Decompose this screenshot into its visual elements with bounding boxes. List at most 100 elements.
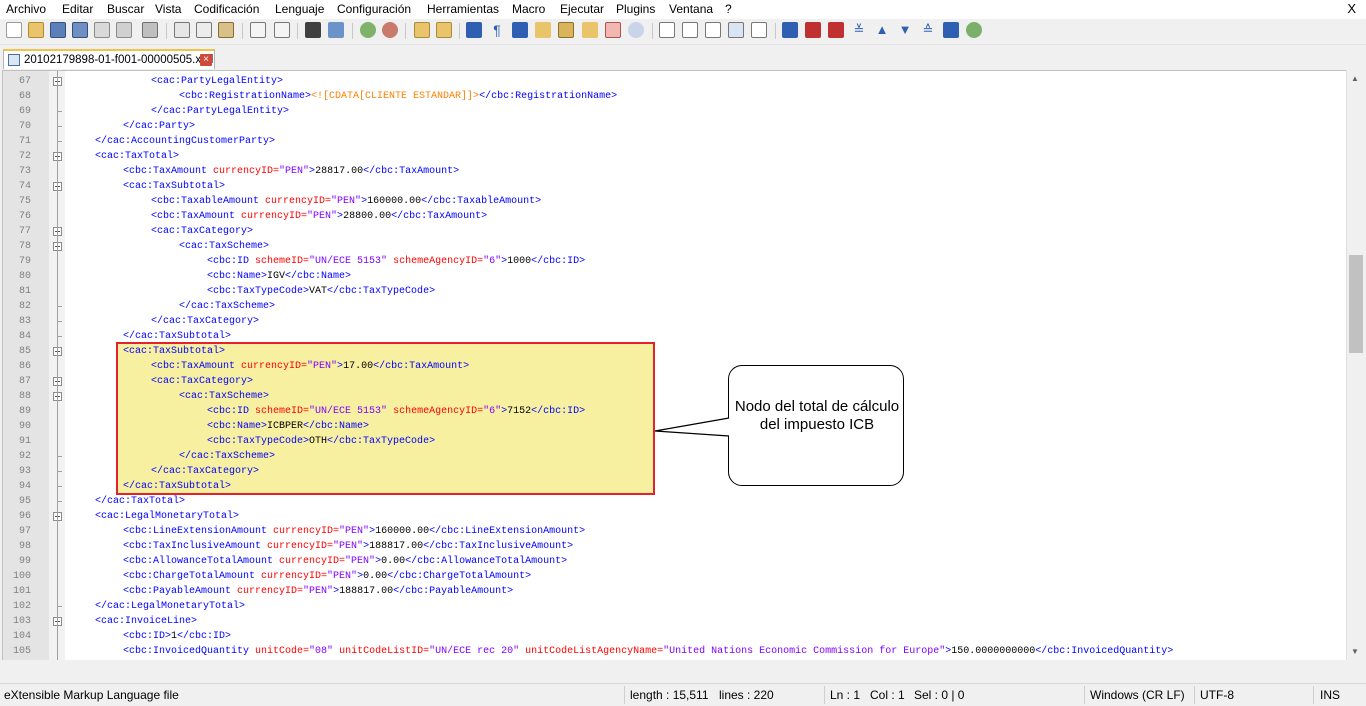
folder-workspace-icon[interactable]: [605, 22, 621, 38]
code-token: <cbc:TaxableAmount: [151, 196, 266, 207]
code-line: <cac:TaxCategory>: [151, 374, 253, 389]
code-token: <cac:TaxCategory>: [151, 226, 254, 237]
cut-icon[interactable]: [174, 22, 190, 38]
sync-horizontal-icon[interactable]: [436, 22, 452, 38]
record-macro-icon[interactable]: [659, 22, 675, 38]
code-token: "6": [483, 406, 502, 417]
status-separator: [824, 686, 825, 704]
sync-vertical-icon[interactable]: [414, 22, 430, 38]
close-all-icon[interactable]: [116, 22, 132, 38]
move-up-icon[interactable]: ▲: [874, 22, 890, 38]
menu-configuracion[interactable]: Configuración: [337, 2, 411, 16]
vertical-scrollbar[interactable]: ▲ ▼: [1346, 70, 1365, 660]
status-eol: Windows (CR LF): [1090, 688, 1185, 702]
toolbar-separator: [459, 23, 460, 39]
code-token: <cbc:InvoicedQuantity: [123, 646, 256, 657]
code-token: </cbc:TaxTypeCode>: [327, 286, 436, 297]
stop-macro-icon[interactable]: [682, 22, 698, 38]
monitoring-icon[interactable]: [628, 22, 644, 38]
line-number: 85: [18, 346, 31, 357]
line-number: 73: [18, 166, 31, 177]
word-wrap-icon[interactable]: [466, 22, 482, 38]
replace-icon[interactable]: [328, 22, 344, 38]
code-token: 28817.00: [315, 166, 364, 177]
save-icon[interactable]: [50, 22, 66, 38]
close-window-icon[interactable]: X: [1347, 1, 1356, 16]
code-token: currencyID=: [241, 211, 308, 222]
paste-icon[interactable]: [218, 22, 234, 38]
code-line: <cbc:TaxTypeCode>VAT</cbc:TaxTypeCode>: [207, 284, 435, 299]
find-icon[interactable]: [305, 22, 321, 38]
code-token: </cbc:ID>: [531, 406, 586, 417]
show-all-characters-icon[interactable]: ¶: [489, 22, 505, 38]
code-line: <cbc:TaxInclusiveAmount currencyID="PEN"…: [123, 539, 573, 554]
plugin-icon-3[interactable]: [828, 22, 844, 38]
move-down-icon[interactable]: ▼: [897, 22, 913, 38]
toolbar-separator: [775, 23, 776, 39]
run-macro-multiple-icon[interactable]: [728, 22, 744, 38]
copy-icon[interactable]: [196, 22, 212, 38]
menu-codificacion[interactable]: Codificación: [194, 2, 259, 16]
code-token: </cbc:PayableAmount>: [393, 586, 514, 597]
indent-guide-icon[interactable]: [512, 22, 528, 38]
code-token: <cac:TaxScheme>: [179, 241, 270, 252]
tab-xml-file[interactable]: 20102179898-01-f001-00000505.xml ×: [3, 49, 215, 69]
plugin-icon-1[interactable]: [782, 22, 798, 38]
code-token: <cac:TaxSubtotal>: [123, 181, 226, 192]
editor-pane[interactable]: <cac:PartyLegalEntity> <cbc:RegistrationN…: [2, 70, 1347, 662]
menu-herramientas[interactable]: Herramientas: [427, 2, 499, 16]
close-file-icon[interactable]: [94, 22, 110, 38]
save-macro-icon[interactable]: [751, 22, 767, 38]
fold-end-marker: [57, 486, 62, 487]
line-number: 77: [18, 226, 31, 237]
function-list-icon[interactable]: [582, 22, 598, 38]
menu-editar[interactable]: Editar: [62, 2, 93, 16]
menu-buscar[interactable]: Buscar: [107, 2, 144, 16]
code-token: currencyID=: [261, 571, 328, 582]
menu-ejecutar[interactable]: Ejecutar: [560, 2, 604, 16]
menu-lenguaje[interactable]: Lenguaje: [275, 2, 324, 16]
menu-plugins[interactable]: Plugins: [616, 2, 655, 16]
code-token: <cac:PartyLegalEntity>: [151, 76, 284, 87]
undo-icon[interactable]: [250, 22, 266, 38]
menu-ventana[interactable]: Ventana: [669, 2, 713, 16]
open-file-icon[interactable]: [28, 22, 44, 38]
save-all-icon[interactable]: [72, 22, 88, 38]
new-file-icon[interactable]: [6, 22, 22, 38]
code-line: <cbc:Name>IGV</cbc:Name>: [207, 269, 351, 284]
line-number: 69: [18, 106, 31, 117]
zoom-out-icon[interactable]: [382, 22, 398, 38]
code-token: </cbc:LineExtensionAmount>: [429, 526, 586, 537]
line-number: 104: [12, 631, 31, 642]
plugin-icon-2[interactable]: [805, 22, 821, 38]
code-token: "PEN": [307, 361, 338, 372]
print-icon[interactable]: [142, 22, 158, 38]
line-number: 95: [18, 496, 31, 507]
document-map-icon[interactable]: [558, 22, 574, 38]
close-tab-icon[interactable]: ×: [200, 54, 212, 66]
scroll-down-arrow-icon[interactable]: ▼: [1351, 647, 1359, 656]
menu-vista[interactable]: Vista: [155, 2, 181, 16]
menu-macro[interactable]: Macro: [512, 2, 545, 16]
zoom-in-icon[interactable]: [360, 22, 376, 38]
user-language-icon[interactable]: [535, 22, 551, 38]
code-token: </cac:TaxSubtotal>: [123, 331, 232, 342]
play-macro-icon[interactable]: [705, 22, 721, 38]
code-token: currencyID=: [267, 541, 334, 552]
status-ln: Ln : 1: [830, 688, 861, 702]
scrollbar-thumb[interactable]: [1349, 255, 1363, 353]
line-number: 102: [12, 601, 31, 612]
code-token: 160000.00: [375, 526, 430, 537]
panel-icon[interactable]: [943, 22, 959, 38]
fold-end-marker: [57, 111, 62, 112]
menu-archivo[interactable]: Archivo: [6, 2, 46, 16]
menu-help[interactable]: ?: [725, 2, 732, 16]
collapse-all-icon[interactable]: ≚: [851, 22, 867, 38]
redo-icon[interactable]: [274, 22, 290, 38]
code-line: </cac:AccountingCustomerParty>: [95, 134, 275, 149]
code-token: unitCode=: [255, 646, 310, 657]
scroll-up-arrow-icon[interactable]: ▲: [1351, 74, 1359, 83]
expand-all-icon[interactable]: ≙: [920, 22, 936, 38]
fold-guide-line: [57, 71, 58, 661]
sql-plugin-icon[interactable]: [966, 22, 982, 38]
